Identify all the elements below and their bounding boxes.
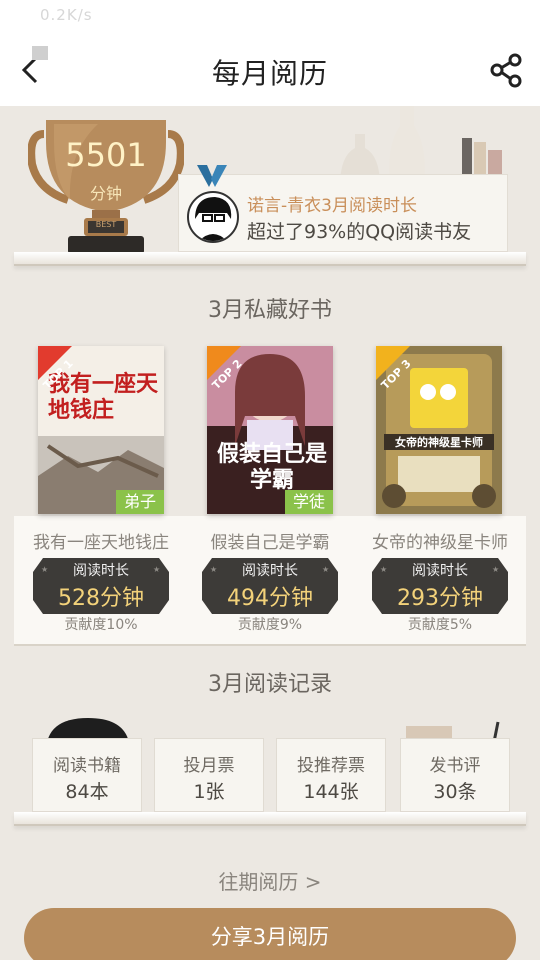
record-books-read: 阅读书籍 84本	[32, 738, 142, 812]
history-link[interactable]: 往期阅历 >	[0, 866, 540, 895]
record-recommend-votes: 投推荐票 144张	[276, 738, 386, 812]
record-label: 投月票	[183, 756, 235, 776]
book-title-art-2: 假装自己是学霸	[217, 442, 328, 493]
book-name-3[interactable]: 女帝的神级星卡师	[355, 528, 525, 553]
shelf-2	[14, 812, 526, 826]
record-label: 投推荐票	[297, 756, 365, 776]
book-minutes-1: 528分钟	[58, 586, 144, 611]
share-button[interactable]: 分享3月阅历	[24, 908, 516, 960]
placeholder-square	[32, 46, 48, 60]
book-cover-3[interactable]: 女帝的神级星卡师 TOP 3	[376, 346, 502, 514]
avatar[interactable]	[187, 191, 239, 243]
book-tag-1: 弟子	[115, 490, 164, 514]
user-reading-time-label: 诺言-青衣3月阅读时长	[247, 196, 417, 216]
trophy: 5501 分钟 BEST	[28, 112, 184, 258]
record-book-reviews: 发书评 30条	[400, 738, 510, 812]
ribbon-icon	[197, 165, 227, 187]
shelf-1	[14, 252, 526, 266]
record-monthly-votes: 投月票 1张	[154, 738, 264, 812]
status-bar: 0.2K/s	[0, 0, 540, 34]
avatar-icon	[195, 197, 232, 241]
reading-plaque-3: ★ ★ 阅读时长 293分钟	[372, 558, 508, 614]
record-value: 30条	[433, 781, 477, 803]
book-contribution-3: 贡献度5%	[407, 617, 473, 633]
top-navbar: 每月阅历	[0, 34, 540, 106]
book-cover-2[interactable]: 假装自己是学霸 TOP 2 学徒	[207, 346, 333, 514]
user-summary-card: 诺言-青衣3月阅读时长 超过了93%的QQ阅读书友	[178, 165, 508, 252]
record-value: 144张	[303, 781, 359, 803]
reading-duration-label: 阅读时长	[412, 563, 468, 579]
book-tag-2: 学徒	[284, 490, 333, 514]
record-value: 84本	[65, 781, 109, 803]
page-title: 每月阅历	[211, 57, 328, 90]
book-title-art-3: 女帝的神级星卡师	[384, 434, 494, 450]
record-value: 1张	[193, 781, 225, 803]
records-title: 3月阅读记录	[208, 672, 332, 697]
reading-duration-label: 阅读时长	[242, 563, 298, 579]
book-cover-1[interactable]: 我有一座天地钱庄 TOP 1 弟子	[38, 346, 164, 514]
user-ranking-text: 超过了93%的QQ阅读书友	[247, 221, 472, 243]
reading-duration-label: 阅读时长	[73, 563, 129, 579]
favorites-title: 3月私藏好书	[208, 298, 332, 323]
share-icon[interactable]	[488, 52, 524, 88]
reading-plaque-2: ★ ★ 阅读时长 494分钟	[202, 558, 338, 614]
network-speed: 0.2K/s	[40, 6, 93, 24]
best-badge: BEST	[95, 220, 117, 229]
book-minutes-3: 293分钟	[397, 586, 483, 611]
book-contribution-1: 贡献度10%	[64, 617, 138, 633]
reading-minutes: 5501	[65, 136, 147, 174]
book-contribution-2: 贡献度9%	[237, 617, 303, 633]
reading-unit: 分钟	[89, 184, 122, 203]
book-name-1[interactable]: 我有一座天地钱庄	[16, 528, 186, 553]
record-label: 发书评	[429, 756, 481, 776]
record-label: 阅读书籍	[53, 756, 121, 776]
book-name-2[interactable]: 假装自己是学霸	[185, 528, 355, 553]
reading-plaque-1: ★ ★ 阅读时长 528分钟	[33, 558, 169, 614]
book-minutes-2: 494分钟	[227, 586, 313, 611]
